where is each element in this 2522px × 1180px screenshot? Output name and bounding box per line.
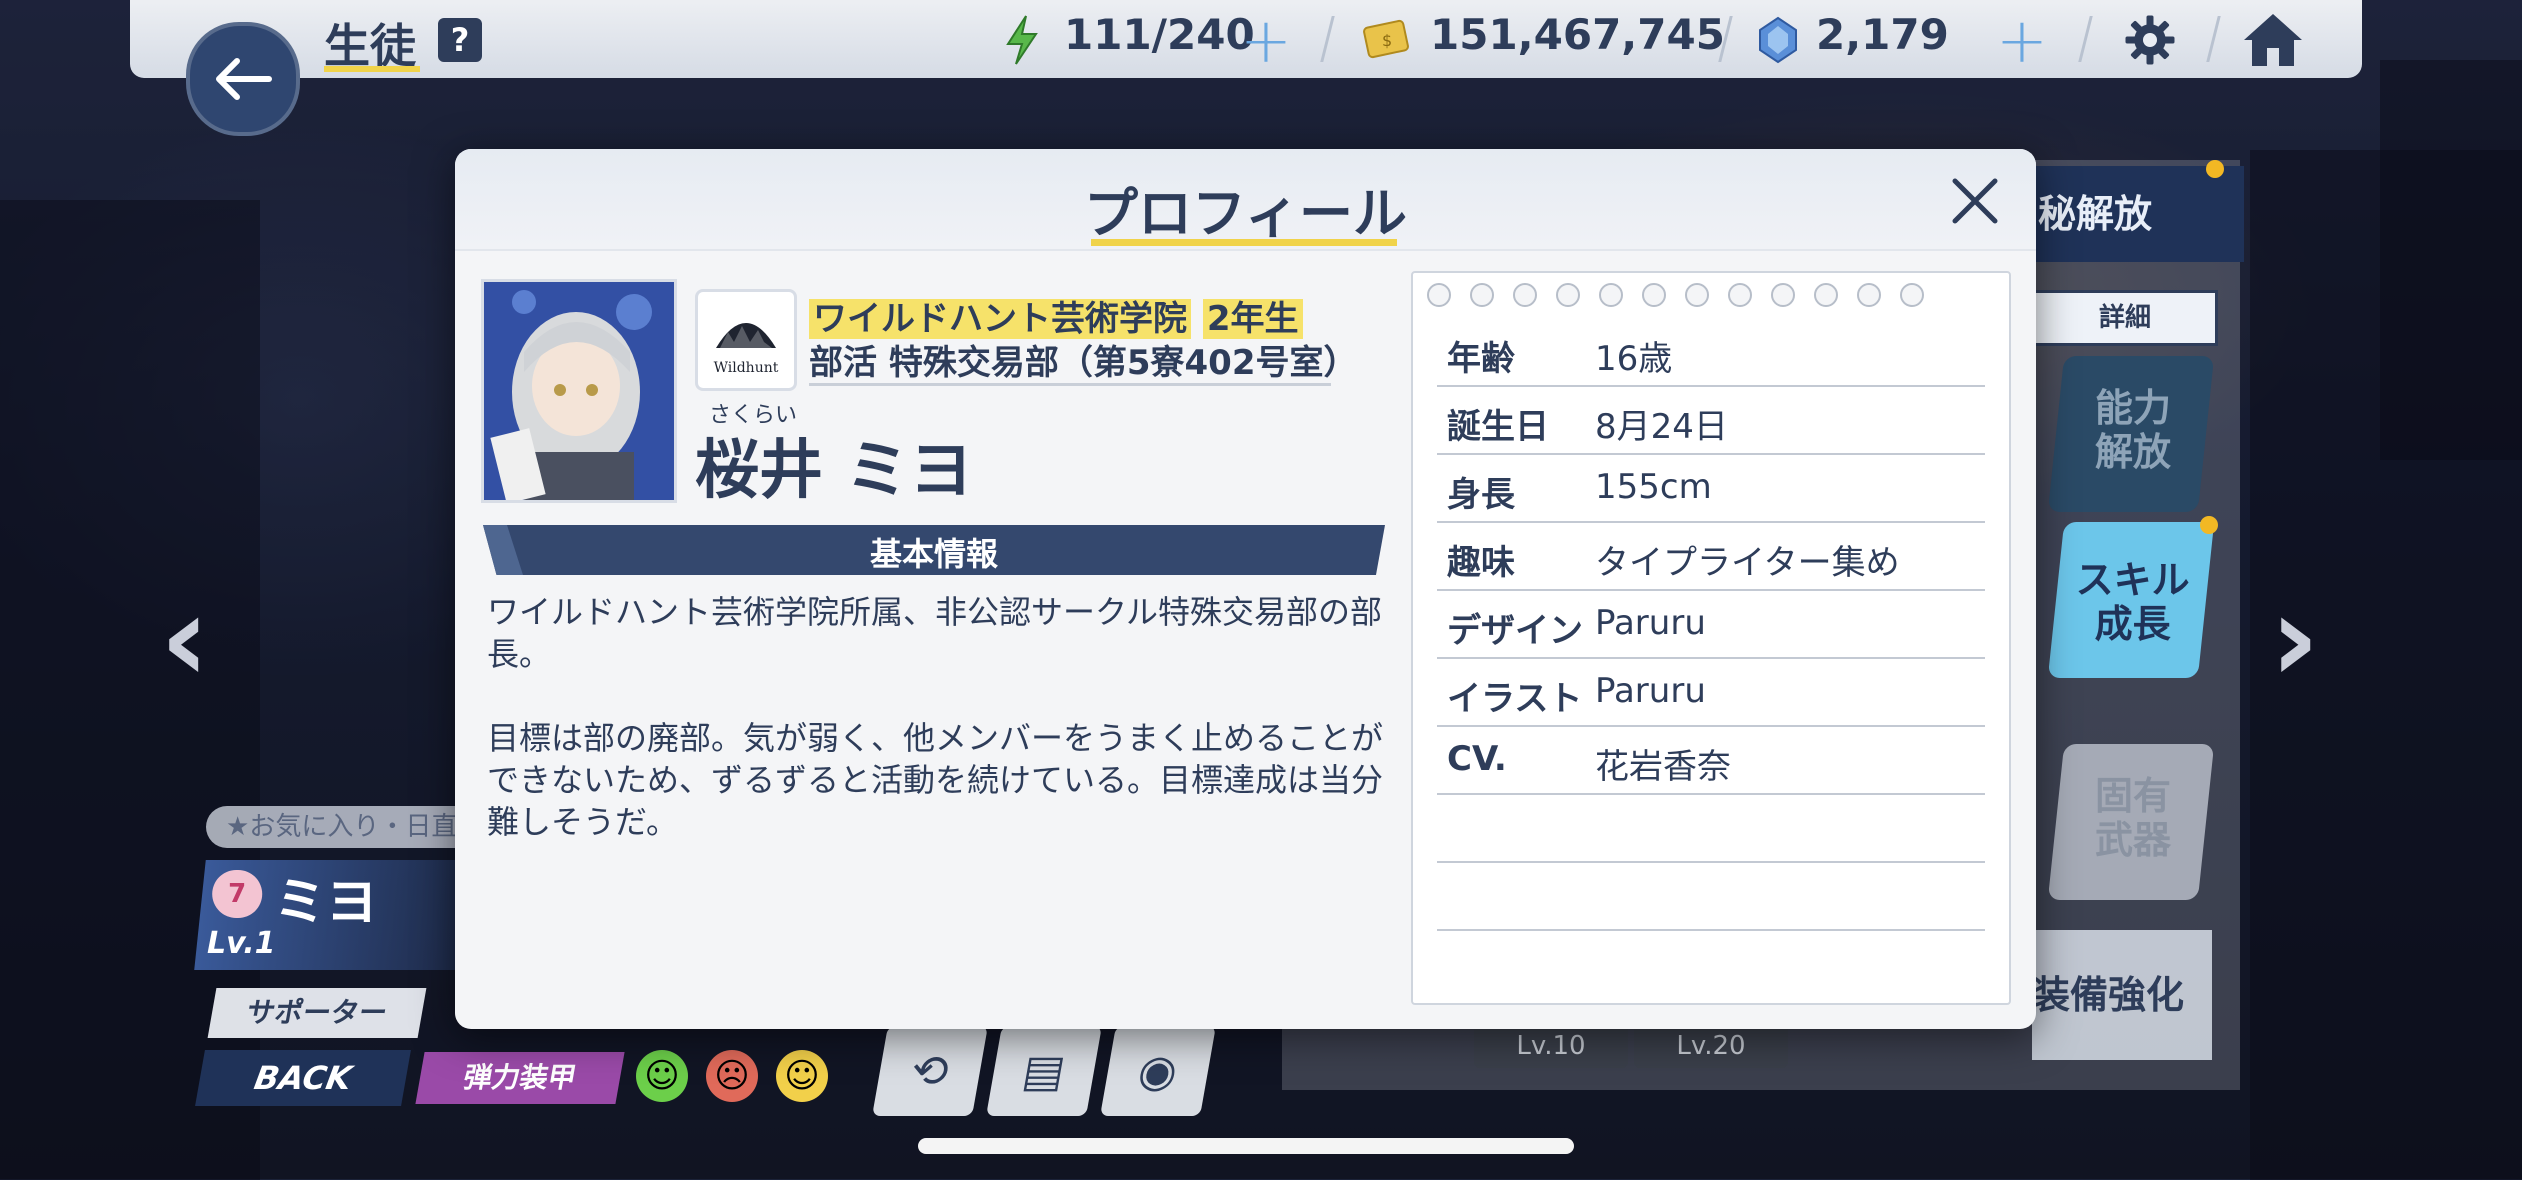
info-row-empty	[1437, 861, 1985, 931]
club-info: 部活 特殊交易部（第5寮402号室）	[809, 335, 1357, 384]
info-value: 花岩香奈	[1595, 747, 1731, 787]
back-button[interactable]: BACK	[195, 1050, 411, 1106]
modal-title-underline	[1091, 239, 1397, 246]
memo-button[interactable]: ▤	[986, 1026, 1102, 1116]
info-row-height: 身長 155cm	[1437, 453, 1985, 523]
club-label: 部活	[809, 343, 877, 383]
back-arrow-button[interactable]	[186, 22, 300, 136]
svg-text:Wildhunt: Wildhunt	[714, 360, 779, 376]
character-name: 桜井 ミヨ	[695, 434, 974, 508]
help-icon[interactable]: ?	[438, 18, 482, 62]
info-value: 155cm	[1595, 467, 1712, 507]
prev-student-arrow[interactable]: ‹	[160, 570, 209, 709]
school-name: ワイルドハント芸術学院	[809, 299, 1191, 339]
credits-value: 151,467,745	[1430, 10, 1725, 59]
info-key: 年齢	[1447, 339, 1515, 379]
divider	[809, 383, 1331, 386]
grade: 2年生	[1202, 299, 1303, 339]
info-key: 趣味	[1447, 543, 1515, 583]
info-row-empty	[1437, 793, 1985, 863]
info-row-birthday: 誕生日 8月24日	[1437, 385, 1985, 455]
school-info: ワイルドハント芸術学院 2年生	[809, 291, 1303, 340]
student-level: Lv.1	[207, 926, 276, 961]
info-row-illustration: イラスト Paruru	[1437, 657, 1985, 727]
notification-dot	[2200, 516, 2218, 534]
school-logo: Wildhunt	[695, 289, 797, 391]
level-tab[interactable]: Lv.10	[1474, 1024, 1628, 1068]
skill-growth-tile[interactable]: スキル 成長	[2047, 522, 2215, 678]
back-arrow-icon	[216, 58, 272, 100]
notification-dot	[2206, 160, 2224, 178]
bond-heart-icon: 7	[212, 870, 263, 918]
tile-label: 能力 解放	[2094, 386, 2171, 474]
info-key: 誕生日	[1447, 407, 1549, 447]
equipment-upgrade-button[interactable]: 装備強化	[2032, 930, 2212, 1060]
neutral-face-icon: ☺	[776, 1050, 828, 1102]
title-underline	[324, 66, 420, 72]
home-icon[interactable]	[2240, 10, 2306, 70]
role-label: サポーター	[244, 996, 390, 1029]
section-title: 基本情報	[869, 535, 998, 573]
ability-unlock-tile[interactable]: 能力 解放	[2047, 356, 2215, 512]
info-notebook: 年齢 16歳 誕生日 8月24日 身長 155cm 趣味 タイプライター集め デ…	[1411, 271, 2011, 1005]
club-name: 特殊交易部（第5寮402号室）	[888, 343, 1358, 383]
next-student-arrow[interactable]: ›	[2270, 570, 2319, 709]
profile-modal: プロフィール Wildhunt ワイルドハント芸術学院 2年生 部活 特殊交易部…	[455, 149, 2036, 1029]
info-value: Paruru	[1595, 603, 1706, 643]
gear-icon[interactable]	[2118, 12, 2182, 68]
info-key: イラスト	[1447, 679, 1583, 719]
info-key: CV.	[1447, 739, 1507, 779]
modal-title: プロフィール	[1084, 182, 1407, 245]
info-row-age: 年齢 16歳	[1437, 317, 1985, 387]
rotate-icon: ⟲	[907, 1045, 953, 1097]
ap-icon	[1006, 15, 1038, 65]
close-icon[interactable]	[1945, 171, 2005, 231]
info-key: 身長	[1447, 475, 1515, 515]
info-key: デザイン	[1447, 611, 1583, 651]
ap-value: 111/240	[1064, 10, 1255, 59]
credit-icon: $	[1363, 19, 1409, 59]
voice-icon: ◉	[1134, 1045, 1182, 1097]
ap-plus-button[interactable]: +	[1240, 4, 1292, 77]
tile-label: 固有 武器	[2094, 774, 2171, 862]
favorite-label: お気に入り・日直	[249, 812, 458, 842]
pyroxene-icon	[1759, 16, 1797, 64]
student-name: ミヨ	[273, 873, 378, 933]
star-icon: ★	[226, 812, 250, 842]
info-value: 8月24日	[1595, 407, 1728, 447]
role-badge: サポーター	[207, 988, 427, 1038]
svg-text:$: $	[1382, 31, 1392, 50]
voice-button[interactable]: ◉	[1100, 1026, 1216, 1116]
basic-info-header: 基本情報	[483, 525, 1385, 575]
armor-type-label: 弾力装甲	[461, 1061, 579, 1094]
gems-value: 2,179	[1816, 10, 1949, 59]
info-row-hobby: 趣味 タイプライター集め	[1437, 521, 1985, 591]
rotate-button[interactable]: ⟲	[872, 1026, 988, 1116]
secret-unlock-tab[interactable]: 秘解放	[2032, 166, 2244, 262]
tile-label: スキル 成長	[2075, 558, 2190, 646]
student-portrait	[481, 279, 677, 503]
angry-face-icon: ☹	[706, 1050, 758, 1102]
level-tab[interactable]: Lv.20	[1634, 1024, 1788, 1068]
equip-label: 装備強化	[2032, 973, 2185, 1017]
happy-face-icon: ☺	[636, 1050, 688, 1102]
info-value: タイプライター集め	[1595, 543, 1900, 583]
info-row-cv: CV. 花岩香奈	[1437, 725, 1985, 795]
unique-weapon-tile[interactable]: 固有 武器	[2047, 744, 2215, 900]
notebook-holes	[1427, 283, 1924, 307]
back-label: BACK	[251, 1059, 355, 1097]
profile-description: ワイルドハント芸術学院所属、非公認サークル特殊交易部の部長。 目標は部の廃部。気…	[487, 593, 1384, 841]
detail-tab[interactable]: 詳細	[2032, 290, 2218, 346]
gems-plus-button[interactable]: +	[1996, 4, 2048, 77]
info-value: 16歳	[1595, 339, 1673, 379]
notepad-icon: ▤	[1018, 1045, 1070, 1097]
info-row-design: デザイン Paruru	[1437, 589, 1985, 659]
armor-type-badge: 弾力装甲	[415, 1052, 625, 1104]
home-indicator[interactable]	[918, 1138, 1574, 1154]
info-value: Paruru	[1595, 671, 1706, 711]
